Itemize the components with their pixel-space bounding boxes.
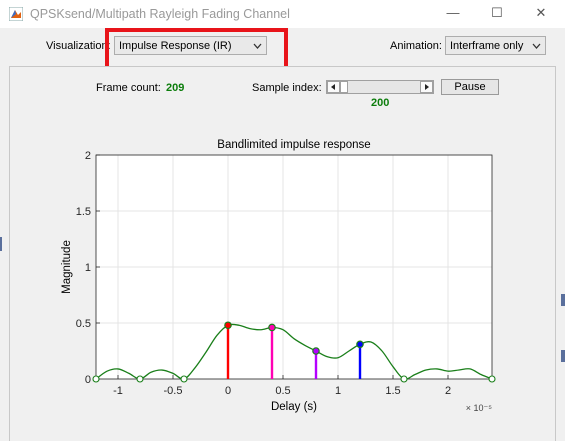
path-gain-marker	[224, 321, 232, 330]
path-gain-marker	[356, 340, 364, 349]
x-tick-label: 1.5	[385, 385, 400, 397]
zero-marker	[488, 375, 496, 383]
y-tick-label: 1.5	[76, 206, 91, 218]
zero-marker	[92, 375, 100, 383]
y-axis-label: Magnitude	[61, 240, 73, 294]
x-tick-label: 2	[445, 385, 451, 397]
impulse-response-chart: -1 -0.5 0 0.5 1 1.5 2 0 0.5 1 1.5 2 Bandlimited impu…	[61, 139, 496, 413]
y-tick-label: 0	[85, 374, 91, 386]
y-tick-label: 1	[85, 262, 91, 274]
x-axis-exponent: × 10⁻⁵	[466, 403, 493, 413]
y-tick-label: 0.5	[76, 318, 91, 330]
x-tick-label: 0.5	[275, 385, 290, 397]
x-tick-label: 1	[335, 385, 341, 397]
y-tick-label: 2	[85, 150, 91, 162]
chart-title: Bandlimited impulse response	[217, 139, 370, 151]
x-tick-label: 0	[225, 385, 231, 397]
zero-marker	[400, 375, 408, 383]
zero-marker	[180, 375, 188, 383]
path-gain-marker	[312, 347, 320, 355]
path-gain-marker	[268, 323, 276, 332]
x-axis-label: Delay (s)	[271, 401, 317, 413]
zero-marker	[136, 375, 144, 383]
x-tick-label: -0.5	[164, 385, 183, 397]
x-tick-label: -1	[113, 385, 123, 397]
